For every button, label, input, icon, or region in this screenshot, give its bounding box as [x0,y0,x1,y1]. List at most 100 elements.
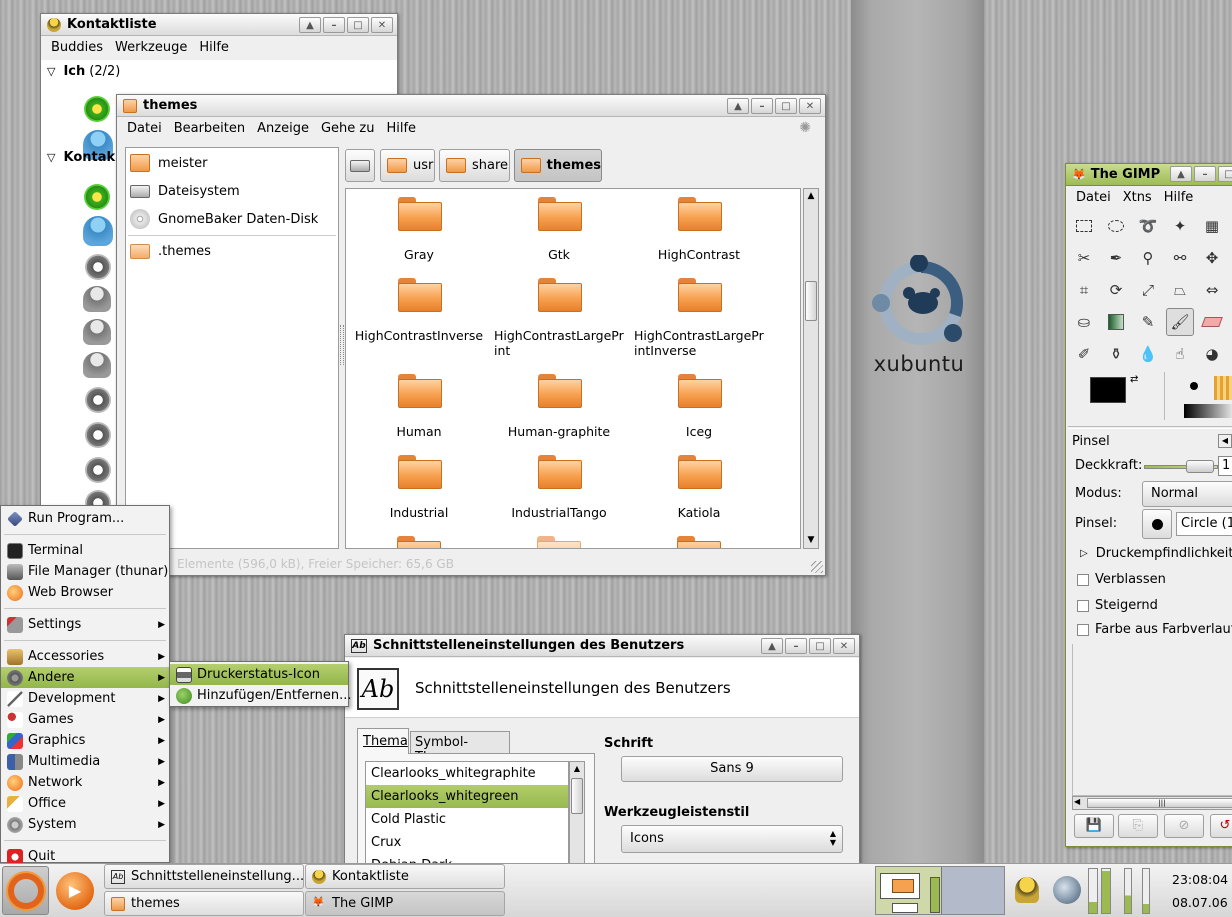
maximize-button[interactable]: □ [347,17,369,33]
toolbar-style-combo[interactable]: Icons ▲ ▼ [621,825,843,853]
volume-slider-2[interactable] [1142,868,1150,914]
fg-color-swatch[interactable] [1090,377,1126,403]
clock-time[interactable]: 23:08:04 [1172,872,1228,887]
smudge-icon[interactable]: ☝ [1168,342,1192,366]
brush-select-button[interactable] [1142,509,1172,539]
settings-titlebar[interactable]: Ab Schnittstelleneinstellungen des Benut… [345,635,859,657]
pattern-preview[interactable] [1214,376,1232,400]
lasso-icon[interactable]: ➰ [1136,214,1160,238]
task-themes[interactable]: themes [104,891,304,916]
theme-list-scrollbar[interactable]: ▲ [569,761,585,867]
paths-icon[interactable]: ✒ [1104,246,1128,270]
scale-icon[interactable]: ⤢ [1136,278,1160,302]
folder-item[interactable]: Gtk [489,197,629,262]
save-options-button[interactable]: 💾 [1074,814,1114,838]
close-button[interactable]: ✕ [371,17,393,33]
task-settings[interactable]: Ab Schnittstelleneinstellung... [104,864,304,889]
folder-item[interactable]: Katiola [629,455,769,520]
theme-item-selected[interactable]: Clearlooks_whitegreen [366,785,568,808]
clock-date[interactable]: 08.07.06 [1172,895,1228,910]
brush-preview-icon[interactable] [1190,382,1198,390]
maximize-button[interactable]: □ [809,638,831,654]
workspace-2[interactable] [942,867,1004,914]
menu-hilfe[interactable]: Hilfe [193,40,235,55]
minimize-button[interactable]: – [323,17,345,33]
menu-item-office[interactable]: Office ▶ [1,793,169,814]
scroll-down-arrow[interactable]: ▼ [804,533,818,548]
scroll-thumb[interactable] [571,778,583,814]
sidebar-item-meister[interactable]: meister [130,152,208,174]
menu-item-multimedia[interactable]: Multimedia ▶ [1,751,169,772]
minimize-button[interactable]: – [751,98,773,114]
clone-icon[interactable]: ⚱ [1104,342,1128,366]
group-kontakte[interactable]: ▽ Kontak [47,150,115,165]
menu-item-system[interactable]: System ▶ [1,814,169,835]
fm-scrollbar[interactable]: ▲ ▼ [803,188,819,549]
crop-icon[interactable]: ⌗ [1072,278,1096,302]
dodge-burn-icon[interactable]: ◕ [1200,342,1224,366]
menu-item-andere[interactable]: Andere ▶ [1,667,169,688]
menu-datei[interactable]: Datei [121,121,168,136]
shade-button[interactable]: ▲ [299,17,321,33]
submenu-item-hinzufuegen[interactable]: Hinzufügen/Entfernen... [170,685,352,706]
ubuntu-menu-button[interactable] [2,866,49,915]
pressure-expander[interactable]: ▷ Druckempfindlichkeit [1080,546,1232,561]
select-by-color-icon[interactable]: ▦ [1200,214,1224,238]
incremental-option[interactable]: Steigernd [1077,598,1158,613]
folder-item[interactable]: Gray [349,197,489,262]
menu-item-run-program[interactable]: Run Program... [1,508,169,529]
font-button[interactable]: Sans 9 [621,756,843,782]
rect-select-icon[interactable] [1072,214,1096,238]
pane-splitter[interactable] [340,325,344,365]
sidebar-item-themes[interactable]: .themes [130,240,211,262]
workspace-1[interactable] [876,867,942,914]
menu-item-development[interactable]: Development ▶ [1,688,169,709]
scroll-up-arrow[interactable]: ▲ [570,762,584,776]
folder-item[interactable]: HighContrastLargePrint [489,278,629,358]
tab-thema[interactable]: Thema [357,728,409,754]
airbrush-icon[interactable]: ✐ [1072,342,1096,366]
scroll-thumb[interactable] [805,281,817,321]
folder-item[interactable]: IndustrialTango [489,455,629,520]
zoom-icon[interactable]: ⚯ [1168,246,1192,270]
move-icon[interactable]: ✥ [1200,246,1224,270]
menu-buddies[interactable]: Buddies [45,40,109,55]
close-button[interactable]: ✕ [833,638,855,654]
menu-item-accessories[interactable]: Accessories ▶ [1,646,169,667]
folder-item[interactable]: Human [349,374,489,439]
shade-button[interactable]: ▲ [727,98,749,114]
path-root-button[interactable] [345,149,375,182]
menu-gehe-zu[interactable]: Gehe zu [315,121,381,136]
scroll-thumb[interactable]: ||| [1087,798,1232,808]
group-ich[interactable]: ▽ Ich (2/2) [47,64,120,79]
checkbox[interactable] [1077,599,1089,612]
menu-item-terminal[interactable]: Terminal [1,540,169,561]
resize-grip-icon[interactable] [811,561,823,573]
eraser-icon[interactable] [1200,310,1224,334]
menu-xtns[interactable]: Xtns [1117,190,1158,205]
folder-item[interactable]: Human-graphite [489,374,629,439]
task-kontaktliste[interactable]: Kontaktliste [305,864,505,889]
checkbox[interactable] [1077,573,1089,586]
menu-anzeige[interactable]: Anzeige [251,121,315,136]
reset-options-button[interactable]: ↺ [1210,814,1232,838]
scroll-left-arrow[interactable]: ◀ [1074,797,1080,806]
gimp-titlebar[interactable]: 🦊 The GIMP ▲ – □ [1066,164,1232,186]
restore-options-button[interactable]: ⎘ [1118,814,1158,838]
workspace-pager[interactable] [875,866,1005,915]
gradient-option[interactable]: Farbe aus Farbverlauf [1077,622,1232,637]
menu-hilfe[interactable]: Hilfe [380,121,422,136]
theme-item[interactable]: Crux [366,831,568,854]
menu-item-file-manager[interactable]: File Manager (thunar) [1,561,169,582]
delete-options-button[interactable]: ⊘ [1164,814,1204,838]
blend-icon[interactable] [1104,310,1128,334]
swap-colors-icon[interactable]: ⇄ [1130,374,1138,385]
menu-item-games[interactable]: Games ▶ [1,709,169,730]
media-player-launcher[interactable]: ▶ [52,866,98,915]
menu-datei[interactable]: Datei [1070,190,1117,205]
maximize-button[interactable]: □ [775,98,797,114]
path-share-button[interactable]: share [439,149,510,182]
contacts-titlebar[interactable]: Kontaktliste ▲ – □ ✕ [41,14,397,36]
opacity-spin[interactable]: 1 [1218,456,1232,476]
paintbrush-icon[interactable]: 🖌 [1166,308,1194,336]
